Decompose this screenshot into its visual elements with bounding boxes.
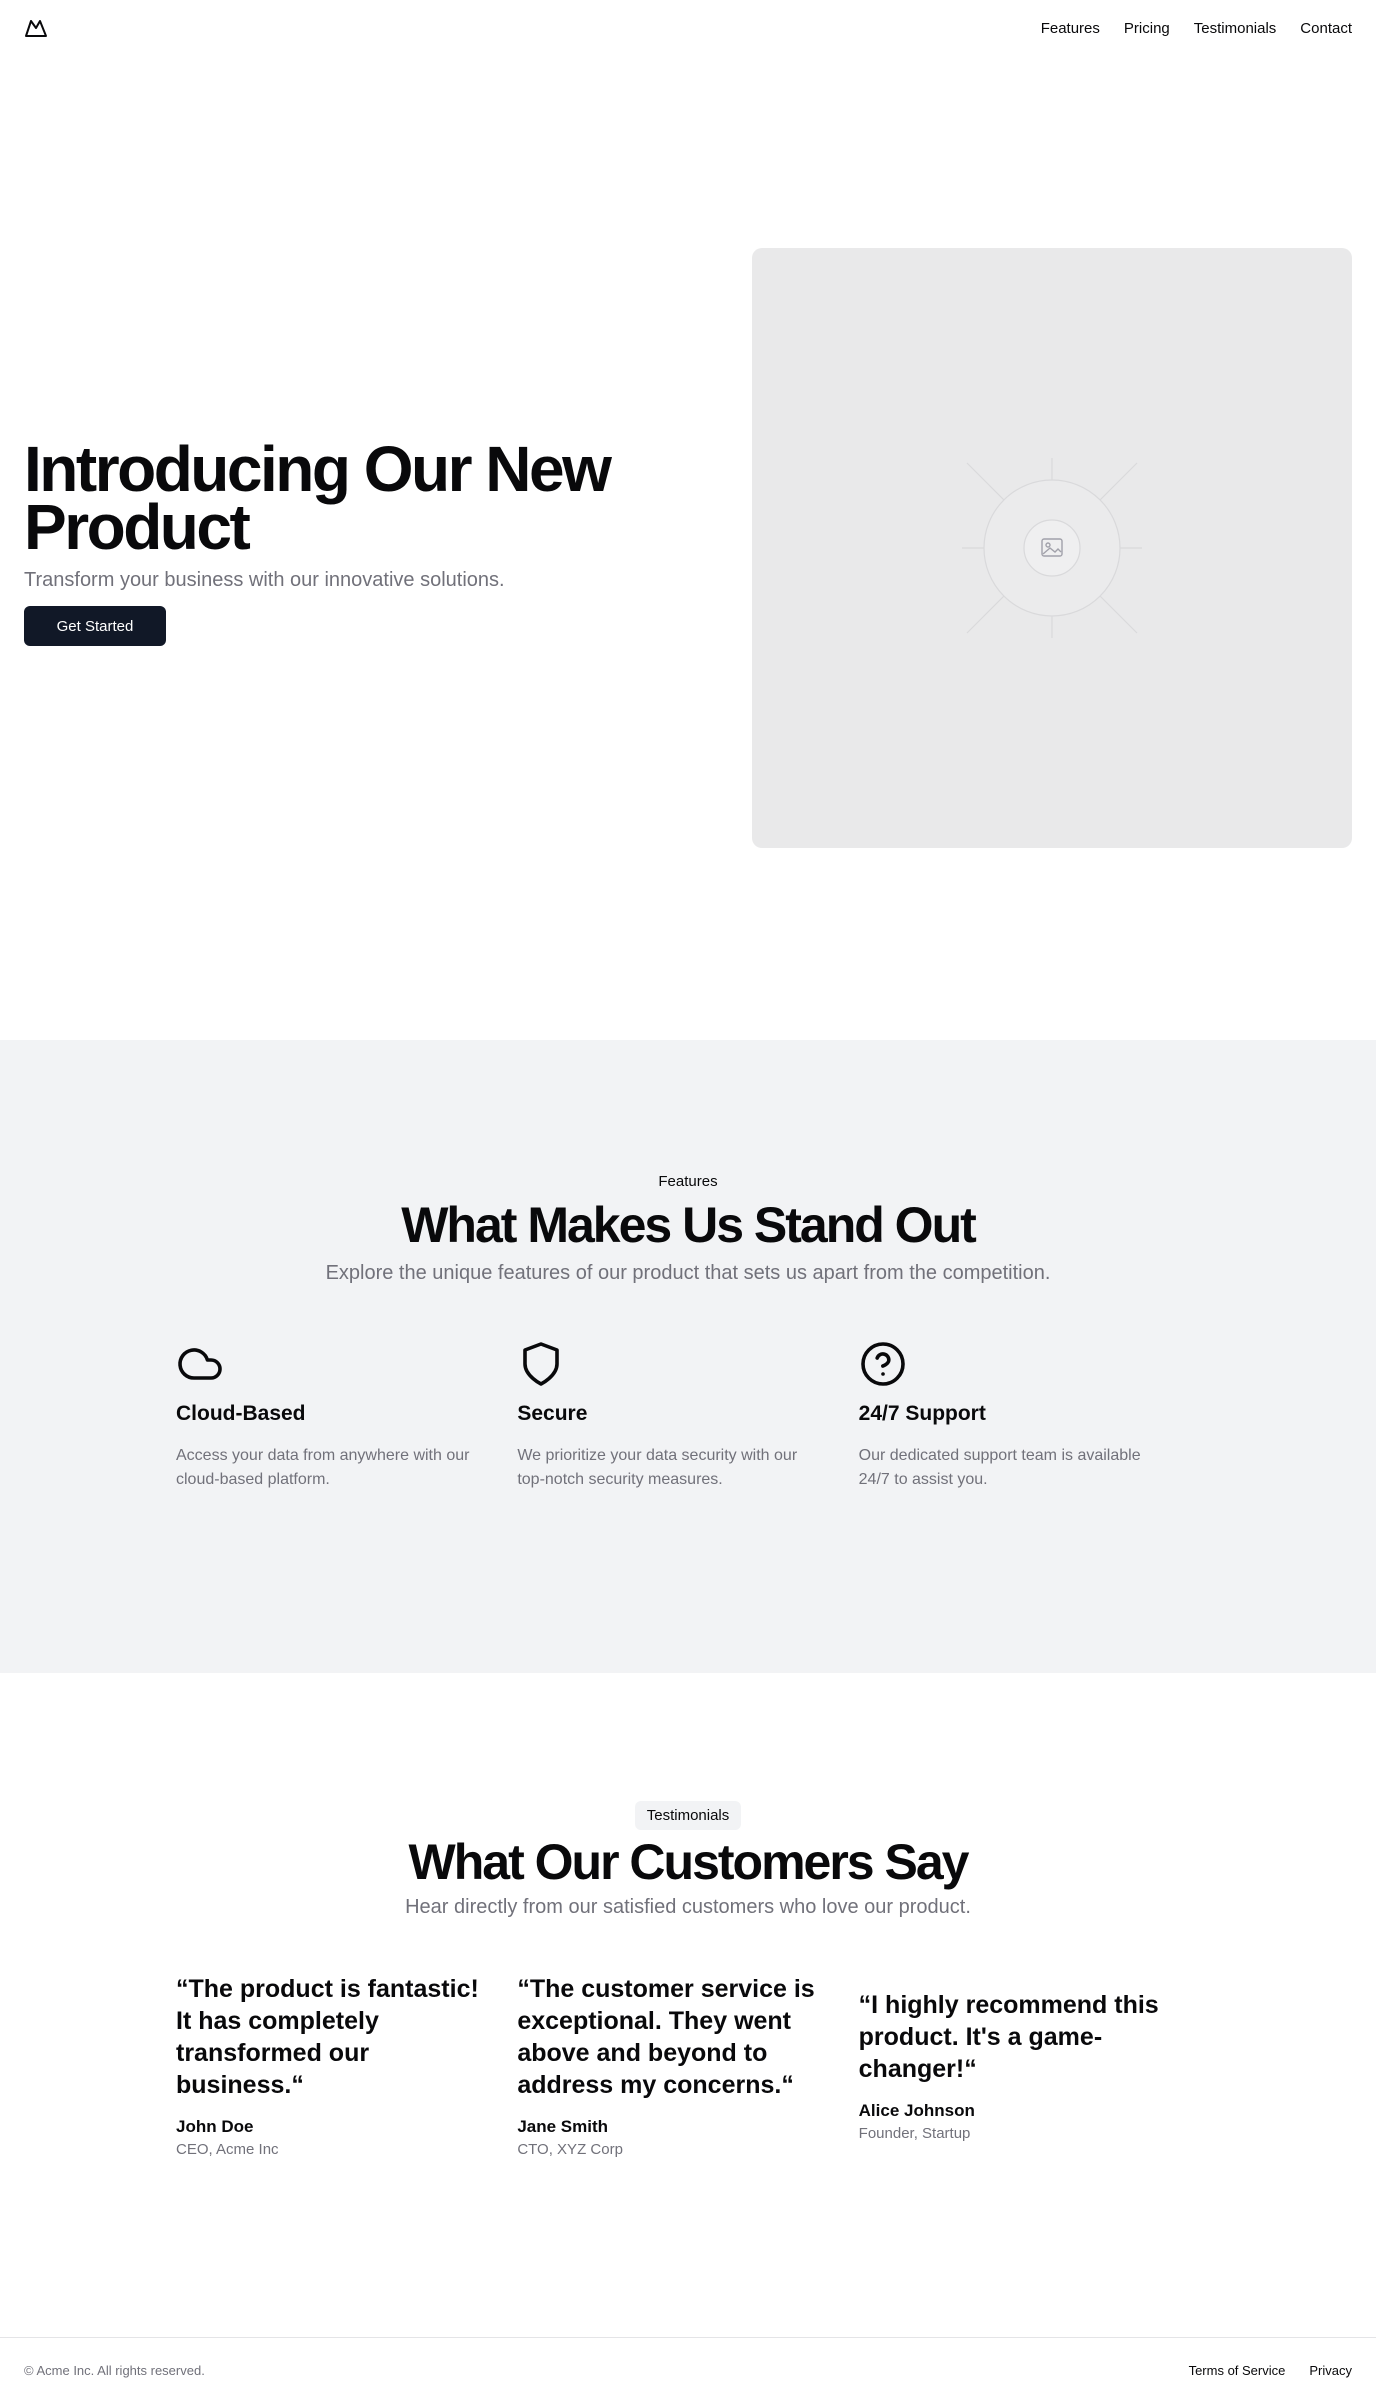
testimonials-title: What Our Customers Say [408,1834,970,1890]
shield-icon [523,1342,560,1386]
feature-title: Cloud-Based [176,1402,306,1425]
feature-description: We prioritize your data security with ou… [517,1447,798,1488]
testimonial-card: “The product is fantastic! It has comple… [176,1973,517,2158]
testimonials-subtitle: Hear directly from our satisfied custome… [405,1896,971,1918]
testimonial-role: CEO, Acme Inc [176,2141,279,2158]
testimonial-role: Founder, Startup [858,2125,971,2142]
footer-link-terms[interactable]: Terms of Service [1189,2363,1286,2378]
hero-title: Introducing Our New Product [24,433,612,563]
features-kicker: Features [658,1173,718,1190]
feature-title: Secure [517,1402,588,1425]
testimonial-author: Jane Smith [517,2117,609,2136]
testimonial-card: “I highly recommend this product. It's a… [859,1989,1200,2142]
logo-link[interactable] [24,16,48,40]
testimonial-author: John Doe [176,2117,254,2136]
testimonial-grid: “The product is fantastic! It has comple… [176,1973,1200,2158]
feature-description: Our dedicated support team is available … [858,1447,1141,1488]
hero-image-placeholder [752,248,1352,848]
nav-link-testimonials[interactable]: Testimonials [1194,20,1277,37]
testimonial-quote: “The product is fantastic! It has comple… [176,1975,479,2099]
mountain-logo-icon [25,20,47,37]
footer-link-privacy[interactable]: Privacy [1309,2363,1352,2378]
site-footer: © Acme Inc. All rights reserved. Terms o… [0,2337,1376,2402]
main-nav: Features Pricing Testimonials Contact [1041,20,1352,37]
features-subtitle: Explore the unique features of our produ… [325,1262,1051,1284]
feature-description: Access your data from anywhere with our … [176,1447,470,1488]
features-section: Features What Makes Us Stand Out Explore… [0,1040,1376,1673]
feature-item: Secure We prioritize your data security … [517,1340,858,1492]
nav-link-features[interactable]: Features [1041,20,1100,37]
hero-text: Introducing Our New Product Transform yo… [24,433,644,646]
hero-section: Introducing Our New Product Transform yo… [0,56,1376,1040]
testimonial-role: CTO, XYZ Corp [517,2141,623,2158]
nav-link-pricing[interactable]: Pricing [1124,20,1170,37]
get-started-button[interactable]: Get Started [24,606,166,646]
copyright-text: © Acme Inc. All rights reserved. [24,2362,205,2378]
footer-nav: Terms of Service Privacy [1189,2363,1352,2378]
nav-link-contact[interactable]: Contact [1300,20,1352,37]
features-title: What Makes Us Stand Out [401,1197,977,1253]
feature-item: 24/7 Support Our dedicated support team … [859,1340,1200,1492]
feature-title: 24/7 Support [858,1402,986,1425]
testimonial-quote: “The customer service is exceptional. Th… [517,1975,815,2099]
testimonials-badge-wrap: Testimonials [0,1801,1376,1830]
testimonials-section: Testimonials What Our Customers Say Hear… [0,1673,1376,2336]
feature-item: Cloud-Based Access your data from anywhe… [176,1340,517,1492]
site-header: Features Pricing Testimonials Contact [0,0,1376,56]
testimonial-card: “The customer service is exceptional. Th… [517,1973,858,2158]
testimonial-author: Alice Johnson [858,2101,975,2120]
hero-subtitle: Transform your business with our innovat… [24,569,505,591]
image-placeholder-icon [962,458,1142,638]
testimonials-badge: Testimonials [634,1801,742,1830]
help-circle-icon [860,1342,905,1386]
cloud-icon [178,1348,222,1380]
feature-grid: Cloud-Based Access your data from anywhe… [176,1340,1200,1492]
testimonial-quote: “I highly recommend this product. It's a… [858,1991,1159,2083]
